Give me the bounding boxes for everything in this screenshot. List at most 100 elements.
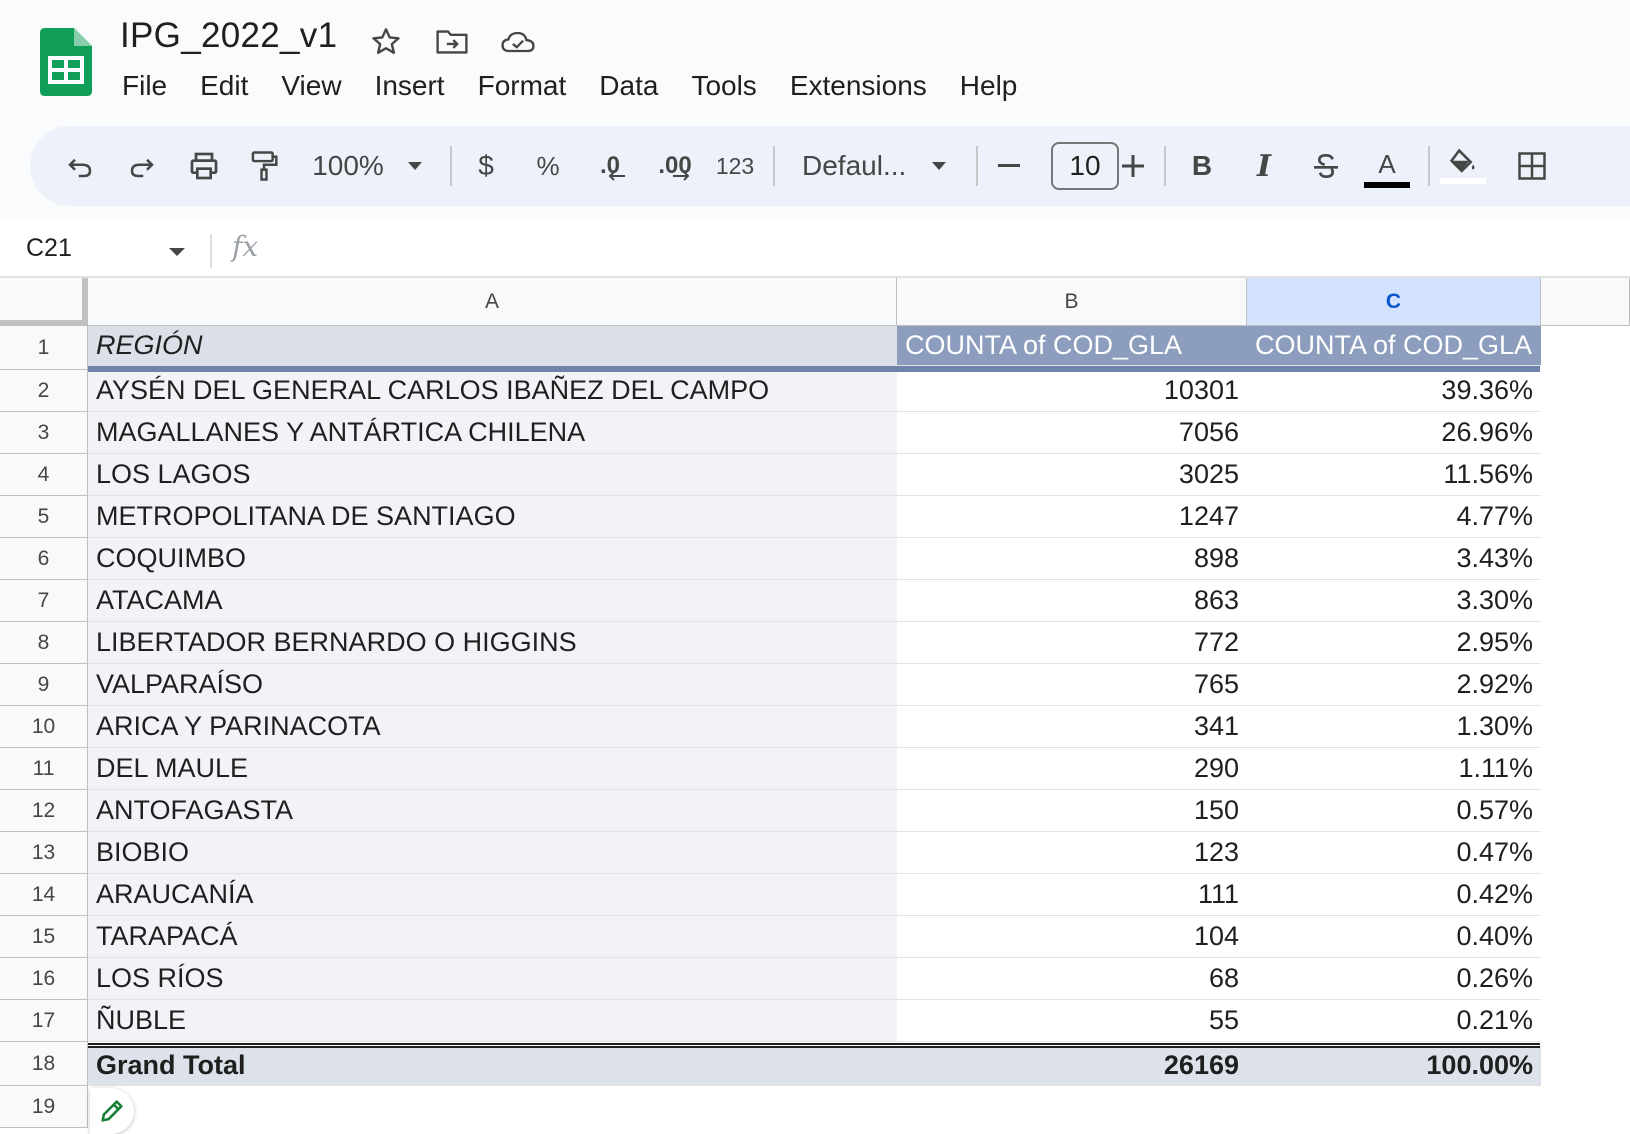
region-cell[interactable]: METROPOLITANA DE SANTIAGO bbox=[88, 496, 897, 538]
region-cell[interactable]: ARAUCANÍA bbox=[88, 874, 897, 916]
percent-cell[interactable]: 0.57% bbox=[1247, 790, 1541, 832]
decrease-font-size-icon[interactable] bbox=[994, 126, 1024, 206]
count-cell[interactable]: 123 bbox=[897, 832, 1247, 874]
count-cell[interactable]: 772 bbox=[897, 622, 1247, 664]
count-cell[interactable]: 898 bbox=[897, 538, 1247, 580]
row-header[interactable]: 8 bbox=[0, 622, 88, 664]
menu-insert[interactable]: Insert bbox=[361, 66, 459, 106]
region-cell[interactable]: TARAPACÁ bbox=[88, 916, 897, 958]
font-dropdown-icon[interactable] bbox=[926, 126, 952, 206]
percent-cell[interactable]: 0.40% bbox=[1247, 916, 1541, 958]
print-icon[interactable] bbox=[184, 126, 224, 206]
pivot-header-region[interactable]: REGIÓN bbox=[88, 326, 897, 366]
count-cell[interactable]: 765 bbox=[897, 664, 1247, 706]
row-header[interactable]: 1 bbox=[0, 326, 88, 370]
row-header[interactable]: 7 bbox=[0, 580, 88, 622]
count-cell[interactable]: 150 bbox=[897, 790, 1247, 832]
row-header[interactable]: 10 bbox=[0, 706, 88, 748]
region-cell[interactable]: LOS RÍOS bbox=[88, 958, 897, 1000]
column-header-a[interactable]: A bbox=[88, 278, 897, 326]
sheets-logo-icon[interactable] bbox=[40, 28, 92, 96]
fill-color-button[interactable] bbox=[1440, 126, 1486, 206]
row-header[interactable]: 5 bbox=[0, 496, 88, 538]
move-folder-icon[interactable] bbox=[432, 22, 472, 62]
menu-file[interactable]: File bbox=[108, 66, 181, 106]
percent-cell[interactable]: 2.92% bbox=[1247, 664, 1541, 706]
region-cell[interactable]: MAGALLANES Y ANTÁRTICA CHILENA bbox=[88, 412, 897, 454]
percent-cell[interactable]: 0.21% bbox=[1247, 1000, 1541, 1042]
region-cell[interactable]: LIBERTADOR BERNARDO O HIGGINS bbox=[88, 622, 897, 664]
count-cell[interactable]: 104 bbox=[897, 916, 1247, 958]
percent-cell[interactable]: 4.77% bbox=[1247, 496, 1541, 538]
pivot-header-count[interactable]: COUNTA of COD_GLA bbox=[897, 326, 1247, 366]
star-icon[interactable] bbox=[366, 22, 406, 62]
column-header-c[interactable]: C bbox=[1247, 278, 1541, 326]
menu-tools[interactable]: Tools bbox=[677, 66, 770, 106]
zoom-dropdown-icon[interactable] bbox=[402, 126, 428, 206]
count-cell[interactable]: 55 bbox=[897, 1000, 1247, 1042]
region-cell[interactable]: VALPARAÍSO bbox=[88, 664, 897, 706]
font-size-input[interactable]: 10 bbox=[1051, 142, 1119, 190]
row-header[interactable]: 11 bbox=[0, 748, 88, 790]
name-box[interactable]: C21 bbox=[26, 234, 72, 263]
decrease-decimals-button[interactable]: .0 bbox=[588, 126, 632, 206]
count-cell[interactable]: 341 bbox=[897, 706, 1247, 748]
strikethrough-icon[interactable] bbox=[1306, 126, 1346, 206]
name-box-dropdown-icon[interactable] bbox=[168, 244, 186, 262]
region-cell[interactable]: DEL MAULE bbox=[88, 748, 897, 790]
borders-icon[interactable] bbox=[1512, 126, 1552, 206]
row-header[interactable]: 6 bbox=[0, 538, 88, 580]
percent-cell[interactable]: 0.26% bbox=[1247, 958, 1541, 1000]
zoom-select[interactable]: 100% bbox=[308, 126, 388, 206]
text-color-button[interactable]: A bbox=[1364, 126, 1410, 206]
row-header[interactable]: 12 bbox=[0, 790, 88, 832]
grand-total-count[interactable]: 26169 bbox=[897, 1046, 1247, 1086]
region-cell[interactable]: ANTOFAGASTA bbox=[88, 790, 897, 832]
currency-format-button[interactable]: $ bbox=[470, 126, 502, 206]
region-cell[interactable]: ATACAMA bbox=[88, 580, 897, 622]
menu-view[interactable]: View bbox=[267, 66, 355, 106]
count-cell[interactable]: 3025 bbox=[897, 454, 1247, 496]
count-cell[interactable]: 68 bbox=[897, 958, 1247, 1000]
pivot-header-percent[interactable]: COUNTA of COD_GLA bbox=[1247, 326, 1541, 366]
region-cell[interactable]: COQUIMBO bbox=[88, 538, 897, 580]
percent-cell[interactable]: 3.30% bbox=[1247, 580, 1541, 622]
document-title[interactable]: IPG_2022_v1 bbox=[120, 16, 337, 56]
row-header[interactable]: 13 bbox=[0, 832, 88, 874]
column-header-b[interactable]: B bbox=[897, 278, 1247, 326]
row-header[interactable]: 9 bbox=[0, 664, 88, 706]
column-header-d[interactable] bbox=[1541, 278, 1630, 326]
menu-format[interactable]: Format bbox=[464, 66, 581, 106]
region-cell[interactable]: ARICA Y PARINACOTA bbox=[88, 706, 897, 748]
row-header[interactable]: 4 bbox=[0, 454, 88, 496]
row-header[interactable]: 14 bbox=[0, 874, 88, 916]
count-cell[interactable]: 7056 bbox=[897, 412, 1247, 454]
row-header[interactable]: 3 bbox=[0, 412, 88, 454]
row-header[interactable]: 18 bbox=[0, 1042, 88, 1086]
region-cell[interactable]: LOS LAGOS bbox=[88, 454, 897, 496]
font-family-select[interactable]: Defaul... bbox=[802, 126, 916, 206]
paint-format-icon[interactable] bbox=[244, 126, 284, 206]
count-cell[interactable]: 10301 bbox=[897, 370, 1247, 412]
percent-cell[interactable]: 3.43% bbox=[1247, 538, 1541, 580]
menu-data[interactable]: Data bbox=[585, 66, 672, 106]
count-cell[interactable]: 111 bbox=[897, 874, 1247, 916]
undo-icon[interactable] bbox=[60, 126, 100, 206]
menu-edit[interactable]: Edit bbox=[186, 66, 262, 106]
region-cell[interactable]: AYSÉN DEL GENERAL CARLOS IBAÑEZ DEL CAMP… bbox=[88, 370, 897, 412]
percent-cell[interactable]: 1.30% bbox=[1247, 706, 1541, 748]
percent-cell[interactable]: 2.95% bbox=[1247, 622, 1541, 664]
italic-icon[interactable]: I bbox=[1246, 126, 1282, 206]
select-all-corner[interactable] bbox=[0, 278, 88, 326]
edit-pencil-icon[interactable] bbox=[90, 1088, 134, 1134]
region-cell[interactable]: BIOBIO bbox=[88, 832, 897, 874]
row-header[interactable]: 2 bbox=[0, 370, 88, 412]
grand-total-label[interactable]: Grand Total bbox=[88, 1046, 897, 1086]
increase-font-size-icon[interactable] bbox=[1118, 126, 1148, 206]
increase-decimals-button[interactable]: .00 bbox=[650, 126, 700, 206]
count-cell[interactable]: 290 bbox=[897, 748, 1247, 790]
more-formats-button[interactable]: 123 bbox=[712, 126, 758, 206]
percent-cell[interactable]: 39.36% bbox=[1247, 370, 1541, 412]
percent-format-button[interactable]: % bbox=[530, 126, 566, 206]
row-header[interactable]: 19 bbox=[0, 1086, 88, 1128]
